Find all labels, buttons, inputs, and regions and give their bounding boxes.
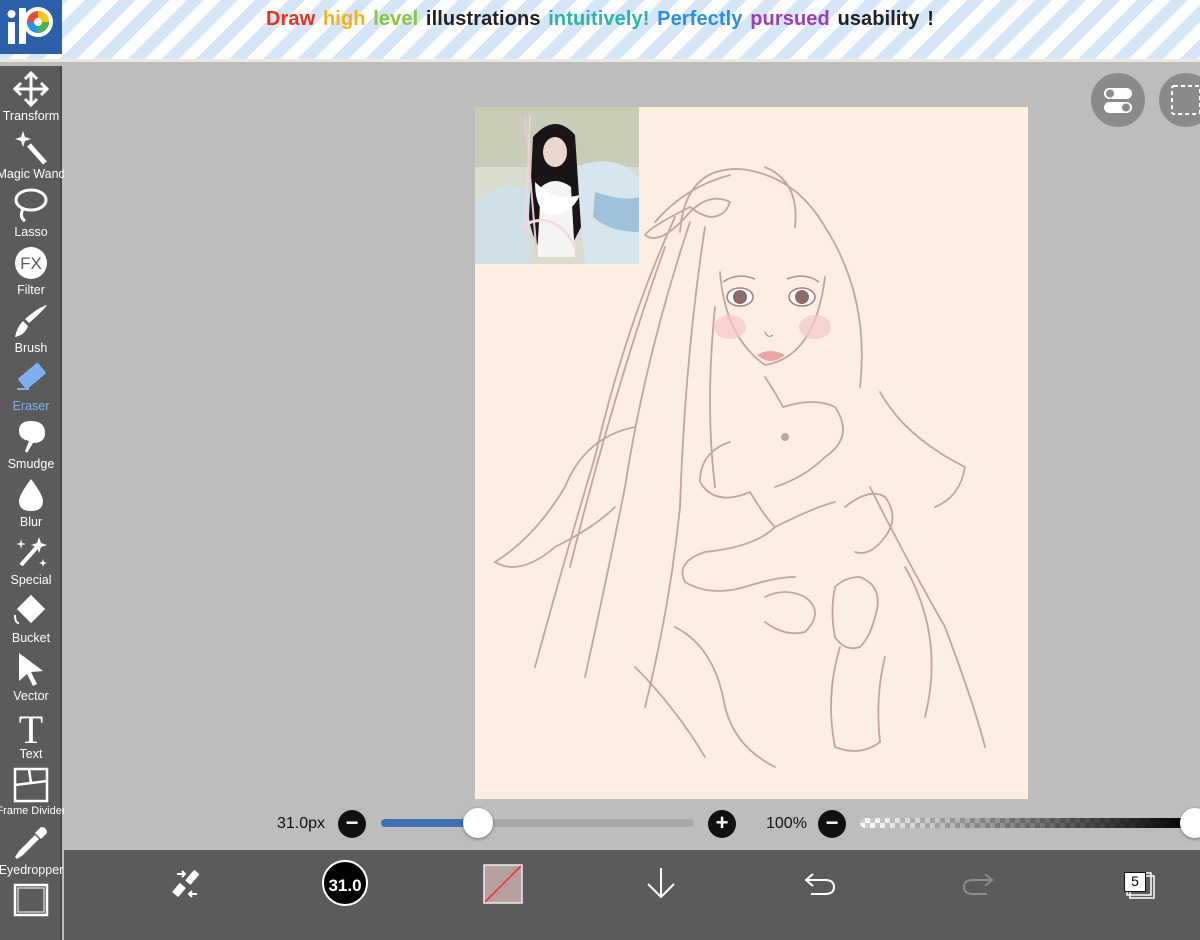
tool-filter[interactable]: FX Filter: [0, 242, 62, 300]
tool-label: Brush: [14, 341, 48, 355]
tool-magic-wand[interactable]: Magic Wand: [0, 126, 66, 184]
svg-text:FX: FX: [20, 254, 42, 273]
drop-icon: [19, 479, 43, 511]
color-swatch-icon: [483, 864, 523, 904]
tool-label: Frame Divider: [0, 805, 66, 817]
undo-icon: [804, 873, 836, 895]
tool-lasso[interactable]: Lasso: [0, 184, 62, 242]
magic-wand-icon: [15, 131, 47, 165]
tool-label: Magic Wand: [0, 167, 66, 181]
brush-size-badge-label: 31.0: [328, 876, 362, 895]
redo-button[interactable]: [961, 868, 995, 903]
tool-blur[interactable]: Blur: [0, 474, 62, 532]
selection-button[interactable]: [1159, 73, 1200, 127]
ad-banner[interactable]: Draw high level illustrations intuitivel…: [0, 0, 1200, 62]
text-icon: T: [19, 709, 43, 745]
tool-eraser[interactable]: Eraser: [0, 358, 62, 416]
tagline-word: high: [322, 8, 366, 30]
brush-icon: [15, 305, 47, 337]
brush-size-slider-handle[interactable]: [463, 808, 494, 838]
sparkle-icon: [16, 537, 47, 567]
brush-size-value: 31.0px: [277, 815, 326, 832]
fx-icon: FX: [15, 247, 47, 279]
tool-label: Text: [19, 747, 43, 761]
dashed-selection-icon: [1171, 85, 1200, 115]
opacity-decrease-button[interactable]: −: [818, 810, 846, 838]
tool-label: Eraser: [12, 399, 50, 413]
tagline-word: level: [373, 8, 419, 30]
color-swatch-button[interactable]: [483, 864, 523, 909]
canvas-icon: [13, 883, 49, 917]
swap-tools-icon: [172, 870, 200, 898]
frame-divider-icon: [13, 767, 49, 803]
tool-brush[interactable]: Brush: [0, 300, 62, 358]
undo-button[interactable]: [803, 868, 837, 903]
download-button[interactable]: [645, 865, 677, 906]
tool-special[interactable]: Special: [0, 532, 62, 590]
tool-bucket[interactable]: Bucket: [0, 590, 62, 648]
tool-smudge[interactable]: Smudge: [0, 416, 62, 474]
opacity-value: 100%: [766, 815, 807, 832]
download-arrow-icon: [647, 868, 675, 899]
smudge-icon: [19, 421, 45, 453]
tool-label: Blur: [19, 515, 43, 529]
eraser-icon: [17, 363, 46, 390]
tool-vector[interactable]: Vector: [0, 648, 62, 706]
tool-label: Bucket: [11, 631, 51, 645]
tool-palette: Transform Magic Wand Lasso FX Filter Brush Era…: [0, 66, 66, 940]
tool-canvas[interactable]: [0, 880, 62, 938]
tagline-word: usability: [837, 8, 920, 30]
tool-text[interactable]: T Text: [0, 706, 62, 764]
tagline-word: Perfectly: [657, 8, 743, 30]
tool-transform[interactable]: Transform: [0, 68, 62, 126]
tool-label: Smudge: [7, 457, 55, 471]
move-arrows-icon: [13, 71, 49, 107]
lasso-icon: [14, 188, 48, 223]
sketch-drawing: [494, 166, 986, 768]
layer-count-badge: 5: [1124, 872, 1146, 892]
tool-label: Filter: [17, 283, 45, 297]
tagline-word: pursued: [750, 8, 830, 30]
toggle-switch-icon: [1104, 88, 1132, 113]
brush-size-decrease-button[interactable]: −: [338, 810, 366, 838]
tagline-word: intuitively!: [548, 8, 650, 30]
brush-size-slider[interactable]: [381, 819, 694, 827]
tool-label: Vector: [13, 689, 49, 703]
svg-text:T: T: [19, 709, 43, 745]
tool-label: Eyedropper: [0, 863, 64, 877]
bucket-icon: [14, 594, 46, 624]
tagline-word: illustrations: [425, 8, 541, 30]
swap-tools-button[interactable]: [167, 866, 207, 907]
tool-frame-divider[interactable]: Frame Divider: [0, 764, 66, 822]
tool-label: Transform: [2, 109, 60, 123]
cursor-arrow-icon: [19, 653, 43, 686]
bottom-toolbar: [64, 850, 1200, 940]
opacity-slider[interactable]: [860, 818, 1190, 828]
redo-icon: [962, 873, 994, 895]
layer-settings-toggle-button[interactable]: [1091, 73, 1145, 127]
tagline-word: Draw: [266, 8, 316, 30]
tool-eyedropper[interactable]: Eyedropper: [0, 822, 63, 880]
tool-label: Lasso: [14, 225, 48, 239]
tool-label: Special: [10, 573, 52, 587]
tagline-word: !: [927, 8, 934, 30]
eyedropper-icon: [15, 827, 47, 859]
brush-size-increase-button[interactable]: +: [708, 810, 736, 838]
banner-tagline: Draw high level illustrations intuitivel…: [0, 8, 1200, 31]
